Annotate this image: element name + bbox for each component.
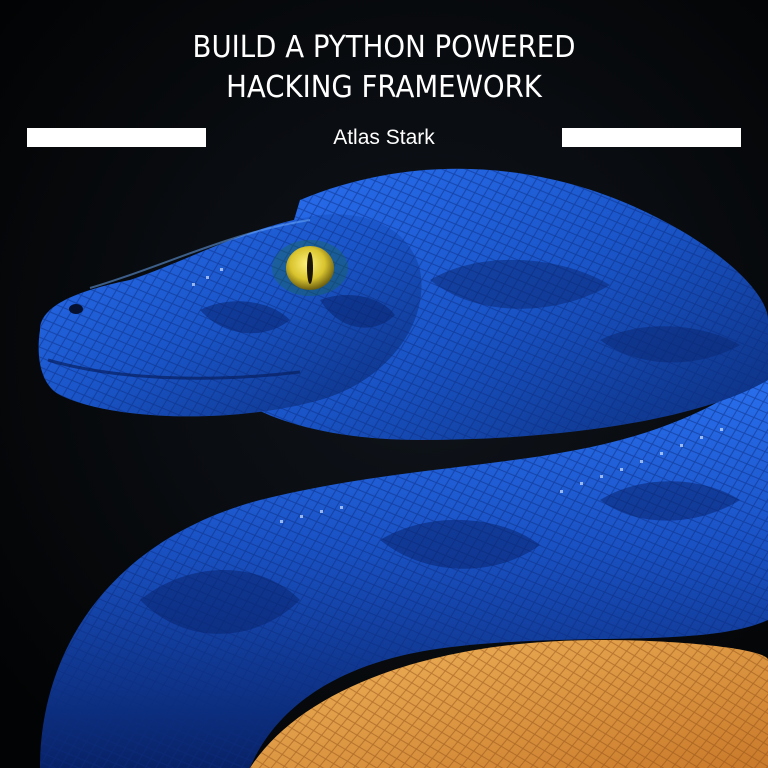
title-line-1: BUILD A PYTHON POWERED (192, 30, 576, 65)
book-title: BUILD A PYTHON POWERED HACKING FRAMEWORK (31, 28, 738, 108)
python-snake-illustration (0, 0, 768, 768)
author-name: Atlas Stark (333, 126, 435, 149)
title-line-2: HACKING FRAMEWORK (226, 70, 542, 105)
nostril (69, 304, 83, 314)
book-cover: BUILD A PYTHON POWERED HACKING FRAMEWORK… (0, 0, 768, 768)
